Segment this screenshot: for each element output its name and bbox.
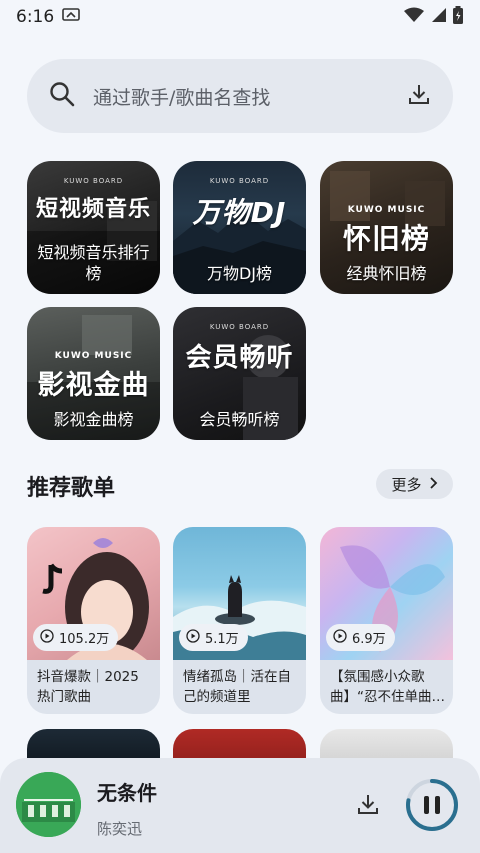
play-count: 105.2万: [59, 632, 110, 647]
rank-card-nostalgia[interactable]: KUWO MUSIC 怀旧榜 经典怀旧榜: [320, 161, 453, 294]
more-button[interactable]: 更多: [376, 469, 453, 499]
rank-card-vip[interactable]: KUWO BOARD 会员畅听 会员畅听榜: [173, 307, 306, 440]
rank-card-dj[interactable]: KUWO BOARD 万物DJ 万物DJ榜: [173, 161, 306, 294]
rank-badge: KUWO BOARD: [63, 177, 124, 185]
rank-label: 万物DJ榜: [206, 264, 273, 283]
song-title: 无条件: [97, 781, 157, 805]
wifi-icon: [404, 7, 424, 28]
rank-badge: KUWO BOARD: [209, 177, 270, 185]
rank-badge: KUWO BOARD: [209, 323, 270, 331]
rank-label: 经典怀旧榜: [346, 264, 427, 283]
status-bar: 6:16: [0, 0, 480, 34]
rank-art-text: 会员畅听: [185, 343, 294, 373]
play-count: 6.9万: [352, 632, 386, 647]
chevron-right-icon: [428, 475, 438, 493]
status-time: 6:16: [16, 7, 55, 27]
rank-label: 会员畅听榜: [199, 410, 280, 429]
rank-card-short-video[interactable]: KUWO BOARD 短视频音乐 短视频音乐排行榜: [27, 161, 160, 294]
play-count-badge: 6.9万: [326, 624, 395, 651]
playlist-title: 【氛围感小众歌曲】“忍不住单曲…: [330, 669, 445, 705]
mini-player[interactable]: 无条件 陈奕迅: [0, 758, 480, 853]
download-icon[interactable]: [407, 82, 431, 110]
pause-button[interactable]: [404, 777, 460, 833]
playlist-title: 抖音爆款｜2025热门歌曲: [37, 669, 139, 705]
play-count: 5.1万: [205, 632, 239, 647]
search-icon: [49, 81, 75, 111]
rank-art-text: 影视金曲: [37, 370, 150, 401]
playlist-card[interactable]: 6.9万 【氛围感小众歌曲】“忍不住单曲…: [320, 527, 453, 714]
battery-icon: [452, 5, 464, 29]
rank-art-text: 怀旧榜: [342, 222, 430, 255]
more-label: 更多: [391, 475, 422, 494]
pause-icon: [424, 796, 429, 814]
section-title: 推荐歌单: [27, 476, 116, 501]
album-art: [16, 772, 81, 837]
playlist-card[interactable]: 105.2万 抖音爆款｜2025热门歌曲: [27, 527, 160, 714]
play-icon: [186, 628, 200, 647]
play-icon: [40, 628, 54, 647]
download-icon[interactable]: [356, 792, 380, 816]
rank-art-text: 万物DJ: [192, 196, 287, 229]
rank-art-text: 短视频音乐: [35, 197, 151, 222]
playlist-title: 情绪孤岛｜活在自己的频道里: [183, 669, 291, 705]
rank-badge: KUWO MUSIC: [347, 205, 426, 215]
signal-icon: [430, 7, 446, 28]
play-count-badge: 105.2万: [33, 624, 119, 651]
playlist-card[interactable]: 5.1万 情绪孤岛｜活在自己的频道里: [173, 527, 306, 714]
artist-name: 陈奕迅: [97, 820, 143, 838]
play-count-badge: 5.1万: [179, 624, 248, 651]
rank-label: 影视金曲榜: [53, 410, 134, 429]
rank-badge: KUWO MUSIC: [54, 351, 133, 361]
search-bar[interactable]: 通过歌手/歌曲名查找: [27, 59, 453, 133]
rank-label: 短视频音乐排行榜: [37, 243, 150, 283]
rank-card-film[interactable]: KUWO MUSIC 影视金曲 影视金曲榜: [27, 307, 160, 440]
screenshot-icon: [62, 7, 82, 28]
search-input[interactable]: 通过歌手/歌曲名查找: [93, 83, 407, 110]
play-icon: [333, 628, 347, 647]
